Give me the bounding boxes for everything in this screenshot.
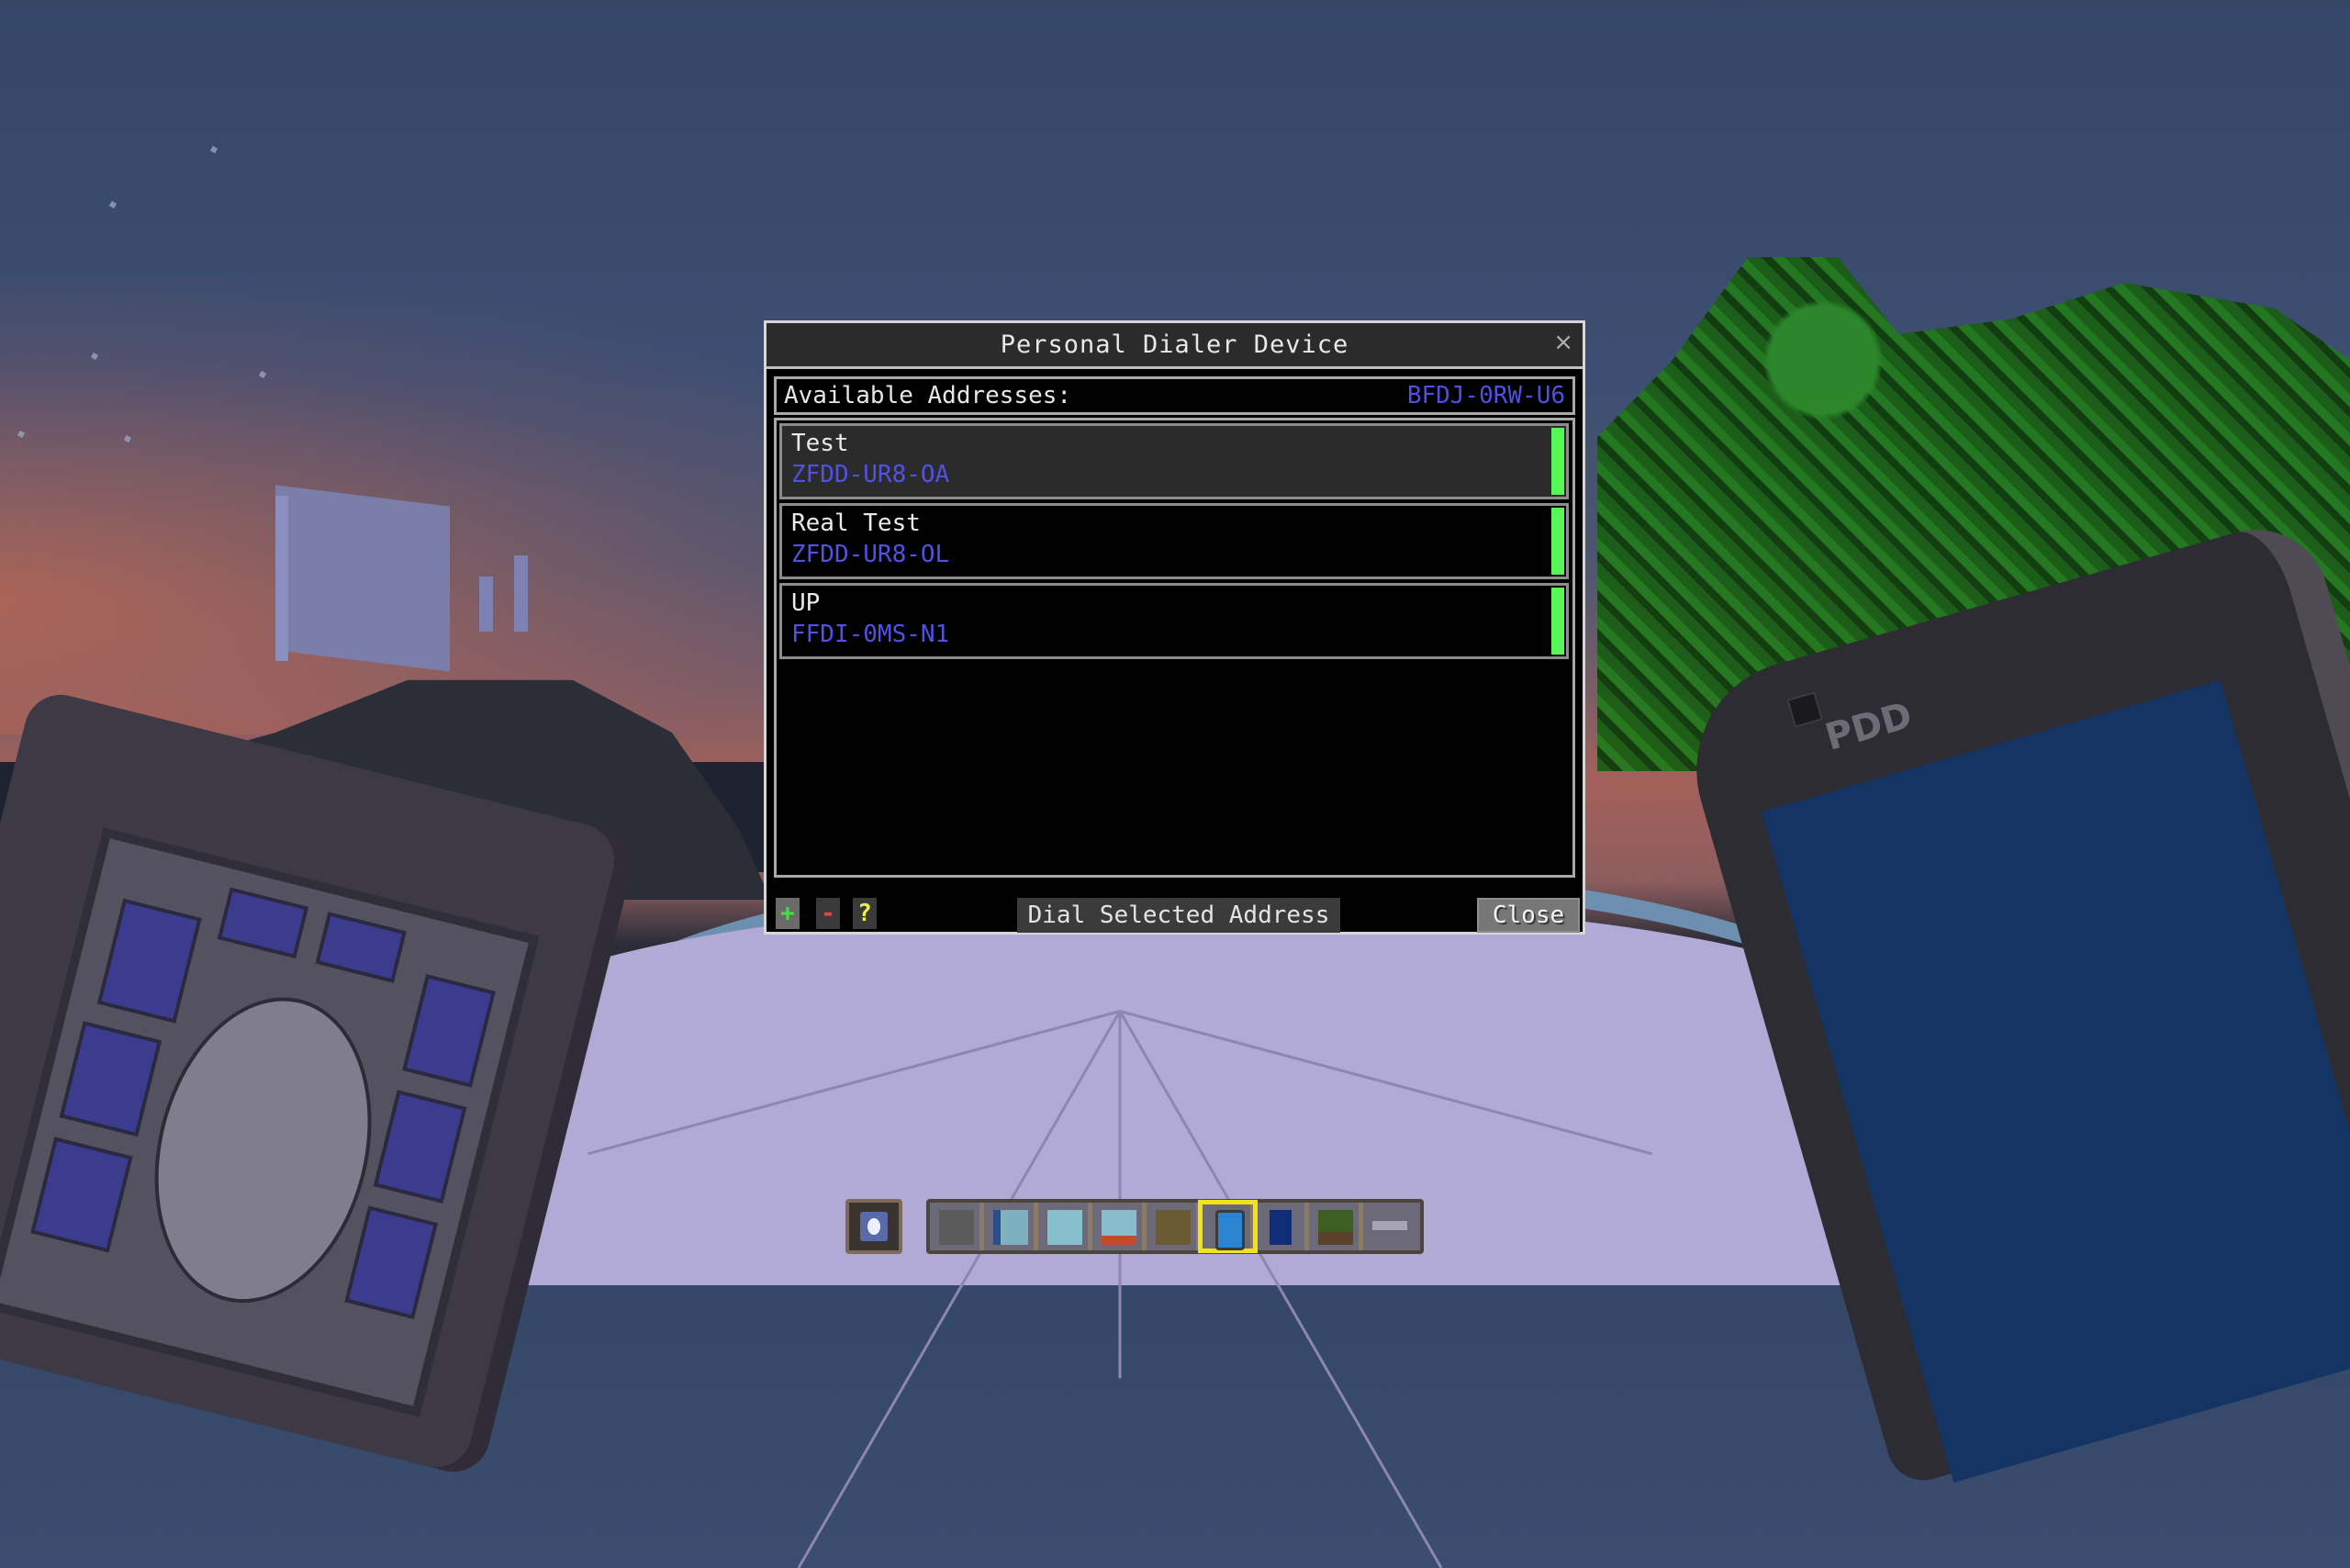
status-indicator (1551, 588, 1564, 655)
dhd-item-icon (860, 1212, 888, 1241)
chevron-block-icon (1102, 1210, 1136, 1245)
dialog-title: Personal Dialer Device (1000, 330, 1349, 359)
entry-name: Real Test (791, 510, 921, 537)
available-addresses-label: Available Addresses: (784, 382, 1072, 409)
dhd-glyph-tile (217, 887, 309, 959)
dhd-glyph-tile (96, 898, 202, 1024)
hotbar-slot-7[interactable] (1255, 1203, 1309, 1250)
hotbar-slot-8[interactable] (1309, 1203, 1363, 1250)
hotbar-slot-2[interactable] (984, 1203, 1038, 1250)
pdd-label: PDD (1820, 694, 1918, 759)
own-address: BFDJ-0RW-U6 (1406, 382, 1565, 409)
dhd-glyph-tile (315, 912, 407, 983)
dialog-header: Personal Dialer Device × (767, 323, 1583, 369)
question-icon: ? (857, 900, 872, 927)
entry-address: ZFDD-UR8-OL (791, 541, 950, 568)
dialog-footer: + - ? Dial Selected Address Close (767, 889, 1583, 933)
tablet-icon (1270, 1210, 1292, 1245)
key-item-icon (1372, 1221, 1407, 1230)
billboard-side (275, 496, 288, 661)
hotbar-slot-5[interactable] (1147, 1203, 1201, 1250)
hotbar-slot-9[interactable] (1363, 1203, 1417, 1250)
remove-address-button[interactable]: - (816, 898, 840, 929)
dial-selected-address-button[interactable]: Dial Selected Address (1017, 898, 1340, 933)
hotbar-slot-3[interactable] (1038, 1203, 1092, 1250)
available-addresses-header: Available Addresses: BFDJ-0RW-U6 (774, 376, 1575, 415)
close-icon[interactable]: × (1553, 329, 1573, 356)
address-list-item[interactable]: Real Test ZFDD-UR8-OL (779, 503, 1569, 579)
wooden-stairs-icon (1156, 1210, 1191, 1245)
grass-block-icon (1318, 1210, 1353, 1245)
floor-line (1118, 1011, 1122, 1379)
address-list[interactable]: Test ZFDD-UR8-OA Real Test ZFDD-UR8-OL U… (774, 418, 1575, 878)
pdd-screen (1761, 679, 2350, 1483)
hotbar (926, 1199, 1424, 1254)
dhd-glyph-tile (402, 974, 496, 1088)
entry-address: ZFDD-UR8-OA (791, 461, 950, 488)
help-button[interactable]: ? (853, 898, 877, 929)
pdd-camera (1786, 691, 1823, 728)
hotbar-slot-6[interactable] (1198, 1200, 1258, 1253)
personal-dialer-dialog: Personal Dialer Device × Available Addre… (764, 320, 1585, 935)
dhd-face (0, 827, 540, 1417)
dhd-glyph-tile (30, 1137, 133, 1253)
entry-address: FFDI-0MS-N1 (791, 621, 950, 648)
naquadah-block-icon (1047, 1210, 1082, 1245)
offhand-slot[interactable] (845, 1199, 902, 1254)
entry-name: UP (791, 589, 821, 617)
pillar (514, 555, 528, 632)
pillar (479, 577, 493, 632)
close-button[interactable]: Close (1477, 898, 1580, 933)
entry-name: Test (791, 430, 849, 457)
hotbar-slot-4[interactable] (1092, 1203, 1147, 1250)
address-list-item[interactable]: UP FFDI-0MS-N1 (779, 583, 1569, 659)
address-list-item[interactable]: Test ZFDD-UR8-OA (779, 423, 1569, 499)
billboard-structure (275, 485, 450, 672)
dhd-glyph-tile (59, 1021, 162, 1137)
pdd-item-icon (1215, 1210, 1245, 1250)
dhd-glyph-tile (344, 1205, 439, 1319)
floor-line (588, 1010, 1121, 1156)
minus-icon: - (821, 900, 835, 927)
dhd-item-center (867, 1218, 880, 1235)
plus-icon: + (780, 900, 795, 927)
stone-slab-icon (939, 1210, 974, 1245)
star (209, 145, 218, 154)
dhd-glyph-tile (373, 1090, 467, 1204)
ring-block-icon (993, 1210, 1028, 1245)
floor-line (1119, 1010, 1652, 1156)
floor-line (797, 1010, 1122, 1568)
hotbar-slot-1[interactable] (930, 1203, 984, 1250)
add-address-button[interactable]: + (776, 898, 800, 929)
status-indicator (1551, 428, 1564, 495)
star (108, 200, 118, 209)
status-indicator (1551, 508, 1564, 575)
floor-line (1118, 1010, 1443, 1568)
